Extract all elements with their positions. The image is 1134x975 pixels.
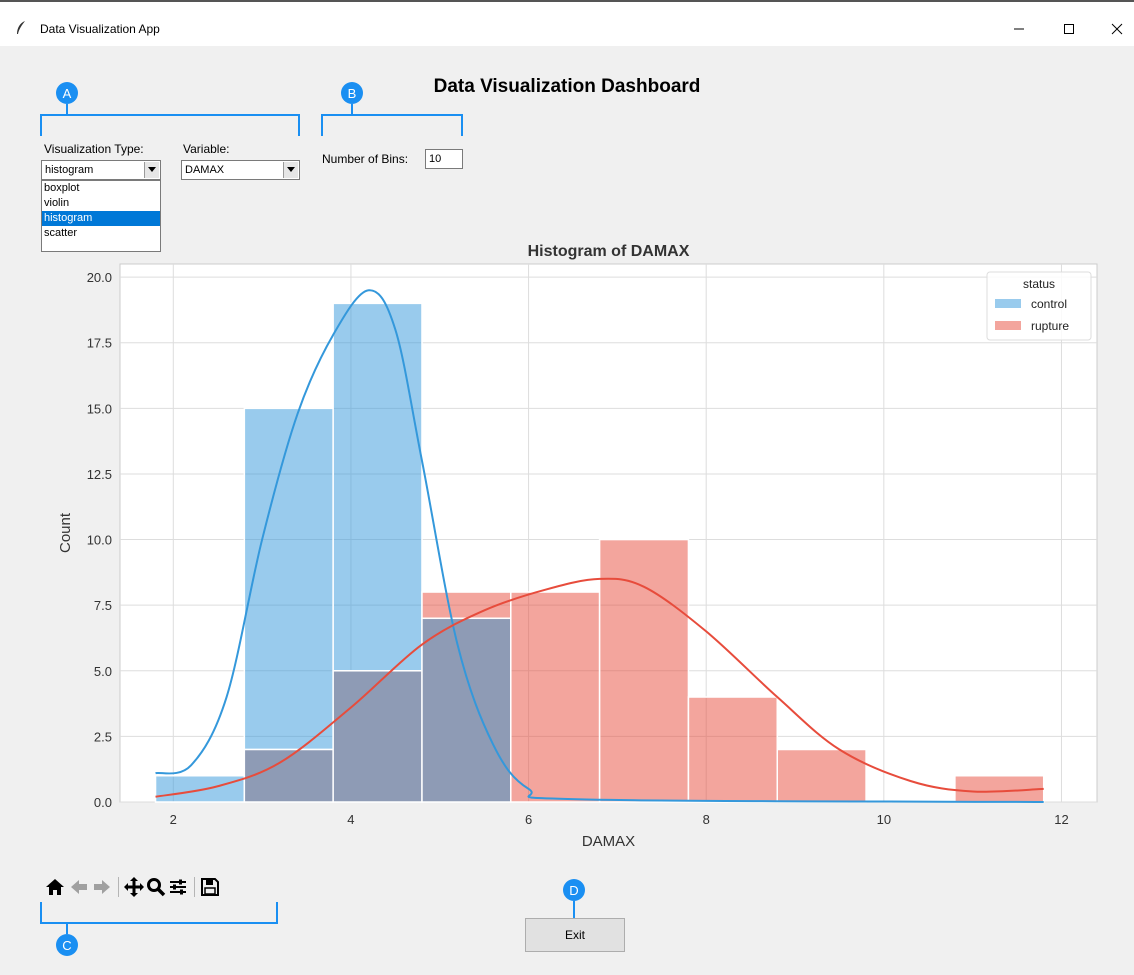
callout-c-bracket <box>40 902 278 924</box>
y-axis-label: Count <box>57 512 74 553</box>
bar-control <box>332 302 423 672</box>
x-tick-label: 8 <box>703 812 710 827</box>
minimize-icon <box>1014 28 1024 30</box>
y-tick-label: 2.5 <box>94 729 112 744</box>
window-title: Data Visualization App <box>40 22 160 36</box>
bar-overlap <box>421 617 512 803</box>
bins-input[interactable]: 10 <box>425 149 463 169</box>
callout-a-bracket <box>40 114 300 136</box>
variable-label: Variable: <box>183 142 230 156</box>
callout-b: B <box>341 82 363 104</box>
y-tick-label: 10.0 <box>87 533 112 548</box>
maximize-button[interactable] <box>1046 14 1092 44</box>
x-axis-label: DAMAX <box>582 833 635 850</box>
callout-a-connector <box>66 104 68 114</box>
viz-type-value: histogram <box>45 164 94 176</box>
variable-select[interactable]: DAMAX <box>181 160 300 180</box>
legend-label-rupture: rupture <box>1031 319 1069 333</box>
callout-d-connector <box>573 901 575 918</box>
y-tick-label: 0.0 <box>94 795 112 810</box>
pan-icon[interactable] <box>123 875 145 899</box>
toolbar-separator <box>194 877 195 897</box>
x-tick-label: 10 <box>877 812 891 827</box>
toolbar-separator <box>118 877 119 897</box>
callout-c: C <box>56 934 78 956</box>
chevron-down-icon[interactable] <box>144 162 159 178</box>
home-icon[interactable] <box>44 875 66 899</box>
configure-icon[interactable] <box>167 875 189 899</box>
x-tick-label: 2 <box>170 812 177 827</box>
forward-icon[interactable] <box>91 875 113 899</box>
minimize-button[interactable] <box>996 14 1042 44</box>
legend-label-control: control <box>1031 297 1067 311</box>
legend-title: status <box>1023 277 1055 291</box>
maximize-icon <box>1064 24 1074 34</box>
dashboard-title: Data Visualization Dashboard <box>433 76 701 97</box>
title-bar: Data Visualization App <box>0 2 1134 46</box>
zoom-icon[interactable] <box>145 875 167 899</box>
bar-overlap <box>332 670 423 803</box>
y-tick-label: 7.5 <box>94 598 112 613</box>
viz-type-select[interactable]: histogram <box>41 160 161 180</box>
y-tick-label: 17.5 <box>87 336 112 351</box>
app-window: Data Visualization App Data Visualizatio… <box>0 0 1134 975</box>
callout-c-connector <box>66 922 68 934</box>
close-icon <box>1111 23 1123 35</box>
chevron-down-icon[interactable] <box>283 162 298 178</box>
y-tick-label: 15.0 <box>87 401 112 416</box>
viz-type-label: Visualization Type: <box>44 142 144 156</box>
x-tick-label: 4 <box>347 812 354 827</box>
callout-d: D <box>563 879 585 901</box>
bar-rupture <box>510 591 601 803</box>
dropdown-option-violin[interactable]: violin <box>42 196 160 211</box>
x-tick-label: 12 <box>1054 812 1068 827</box>
histogram-chart: 2 4 6 8 10 12 0.0 2.5 5.0 7.5 10.0 12.5 15.0 17.5 20.0… <box>57 243 1098 850</box>
y-tick-label: 5.0 <box>94 664 112 679</box>
callout-b-bracket <box>321 114 463 136</box>
y-tick-label: 12.5 <box>87 467 112 482</box>
bins-label: Number of Bins: <box>322 152 409 166</box>
dropdown-option-histogram[interactable]: histogram <box>42 211 160 226</box>
exit-button[interactable]: Exit <box>525 918 625 952</box>
close-button[interactable] <box>1094 14 1134 44</box>
back-icon[interactable] <box>68 875 90 899</box>
variable-value: DAMAX <box>185 164 225 176</box>
callout-b-connector <box>351 104 353 114</box>
dropdown-option-boxplot[interactable]: boxplot <box>42 181 160 196</box>
legend-swatch-rupture <box>995 321 1021 330</box>
chart-title: Histogram of DAMAX <box>528 243 690 260</box>
callout-a: A <box>56 82 78 104</box>
bar-control <box>243 407 334 751</box>
legend-swatch-control <box>995 299 1021 308</box>
save-icon[interactable] <box>199 875 221 899</box>
y-tick-label: 20.0 <box>87 270 112 285</box>
bar-rupture <box>687 696 779 803</box>
bar-control <box>154 775 246 803</box>
x-tick-label: 6 <box>525 812 532 827</box>
feather-icon <box>17 21 25 34</box>
